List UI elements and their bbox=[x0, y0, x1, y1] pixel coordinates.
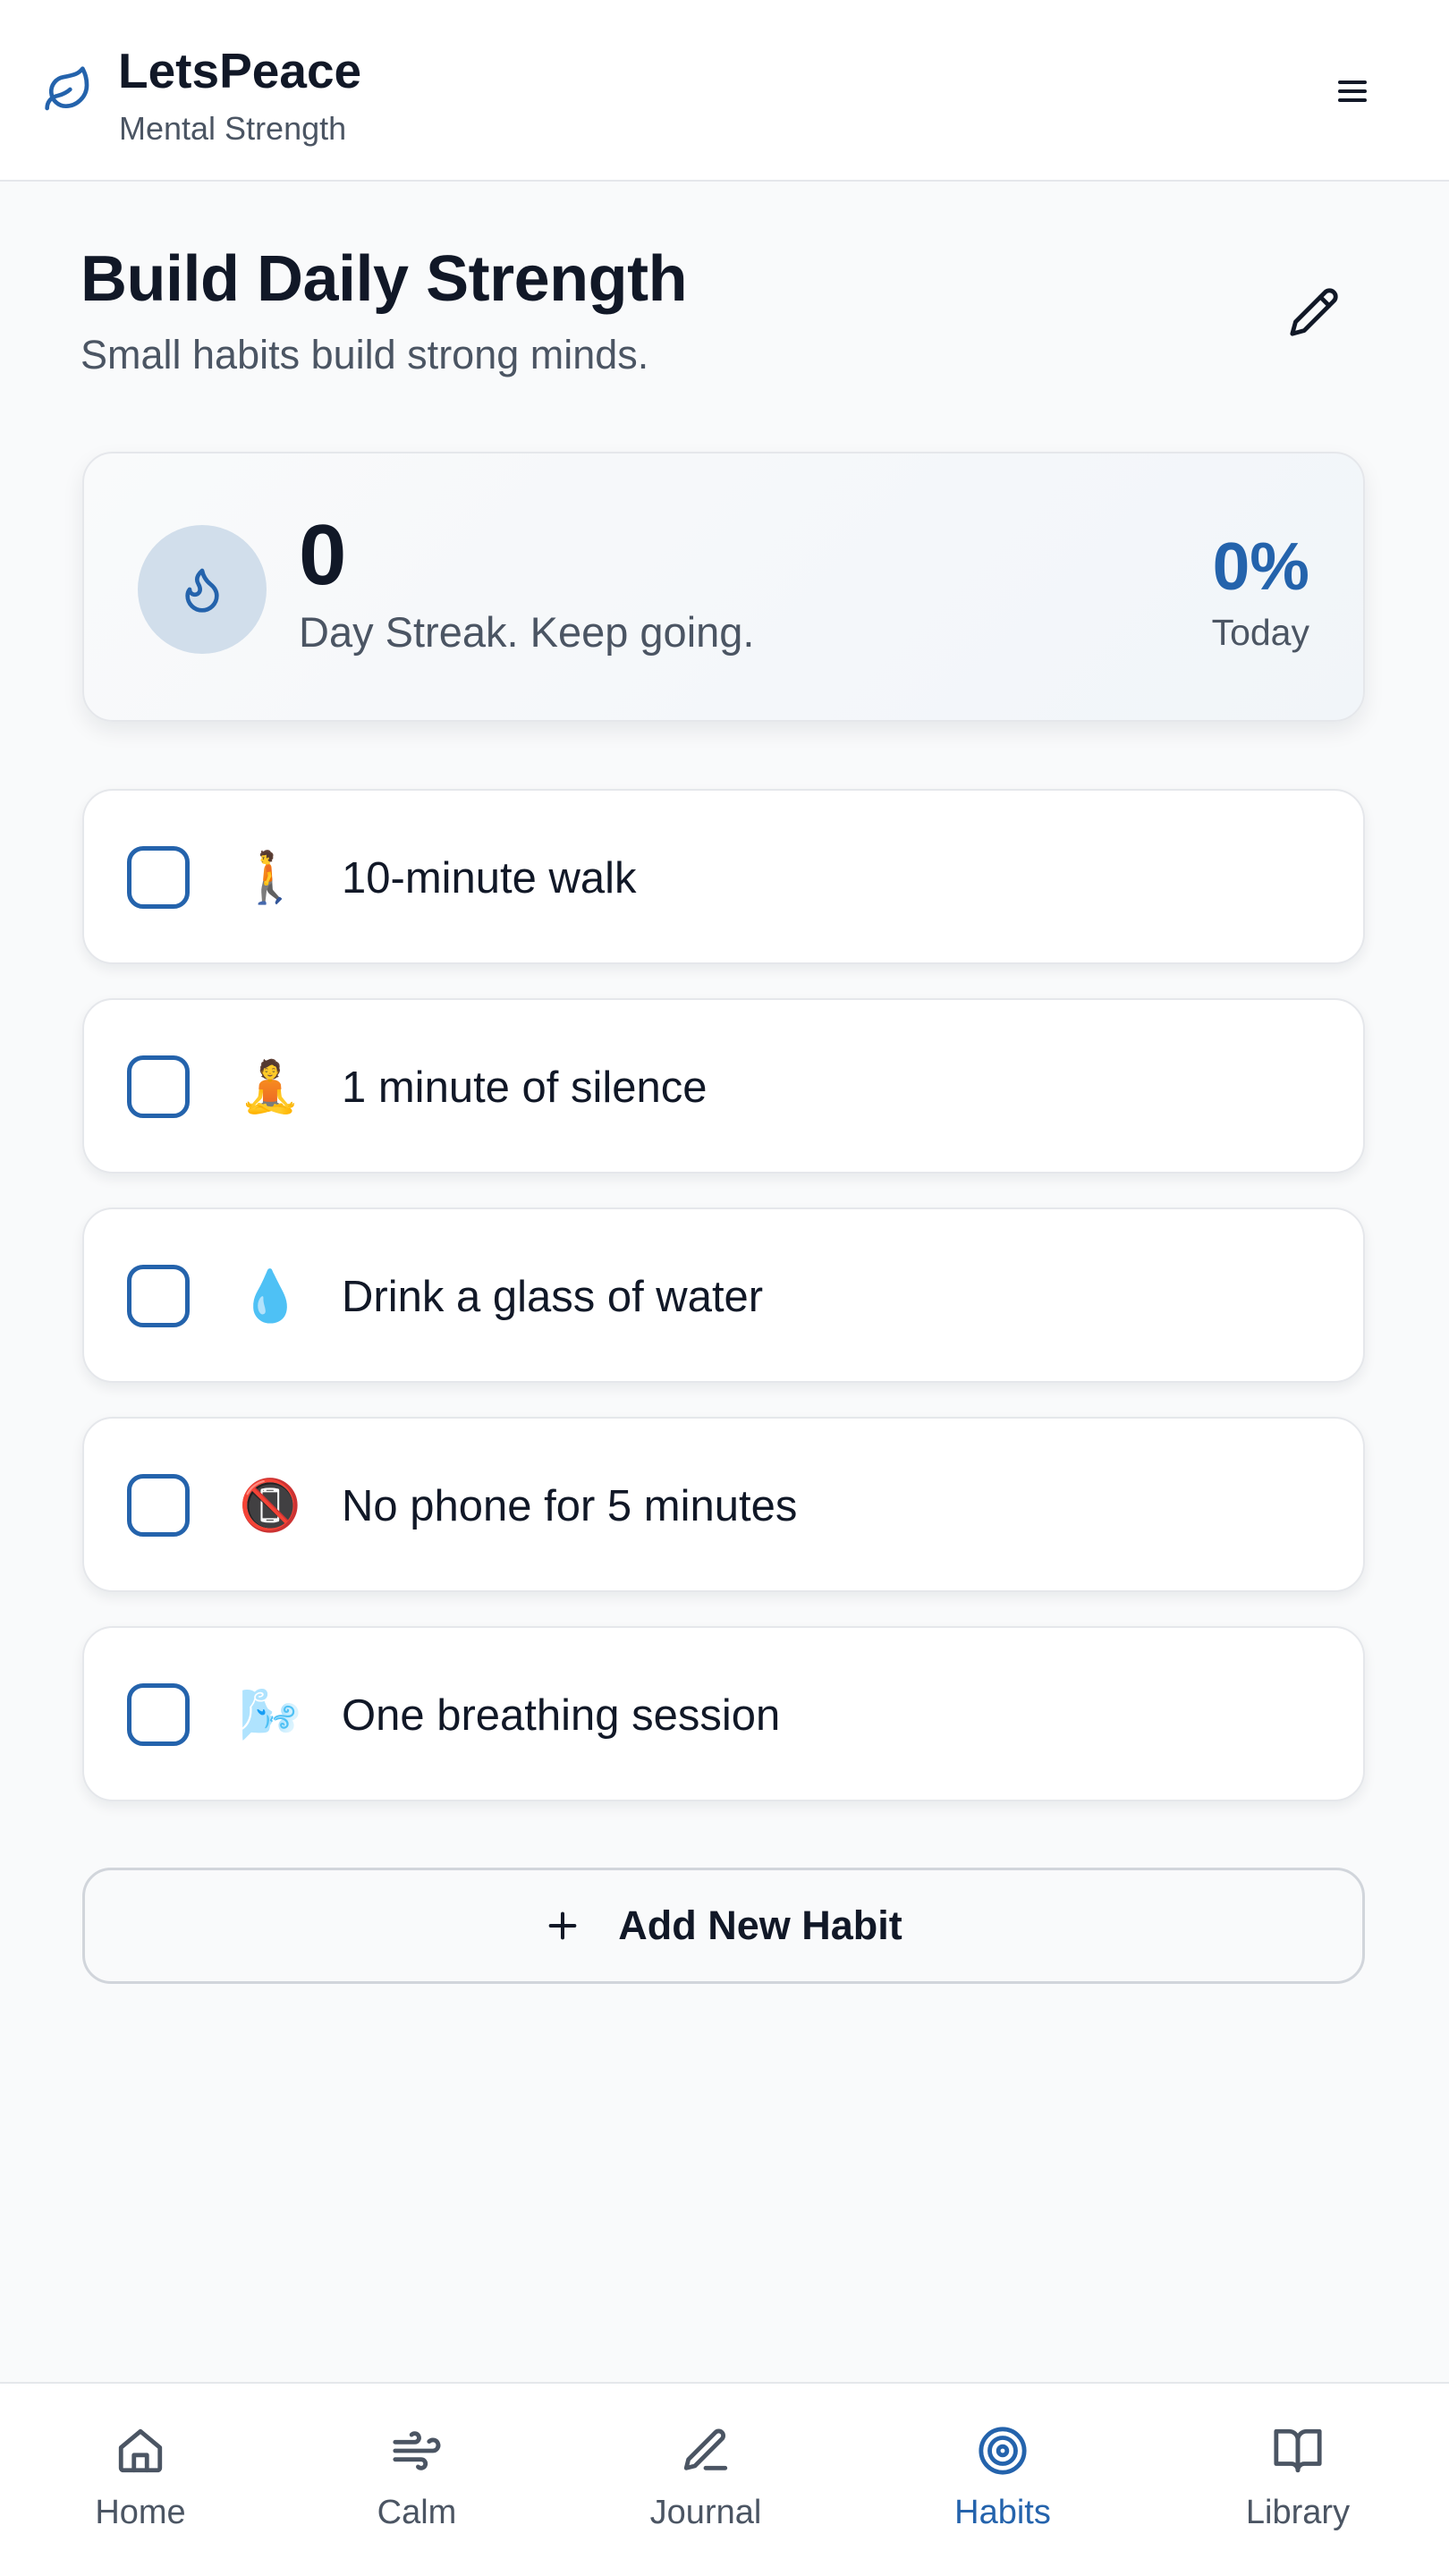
pen-icon bbox=[683, 2428, 728, 2470]
app-subtitle: Mental Strength bbox=[119, 110, 347, 147]
habit-item[interactable]: 🌬️ One breathing session bbox=[82, 1626, 1365, 1801]
nav-item-calm[interactable]: Calm bbox=[309, 2425, 524, 2550]
habit-item[interactable]: 💧 Drink a glass of water bbox=[82, 1208, 1365, 1383]
habit-checkbox[interactable] bbox=[127, 1055, 190, 1118]
app-header: LetsPeace Mental Strength bbox=[0, 0, 1449, 182]
wind-face-icon: 🌬️ bbox=[239, 1686, 301, 1744]
streak-text: Day Streak. Keep going. bbox=[299, 608, 755, 656]
today-percent: 0% bbox=[1212, 529, 1309, 604]
page-subtitle: Small habits build strong minds. bbox=[80, 332, 649, 377]
habit-label: One breathing session bbox=[342, 1691, 781, 1740]
nav-item-library[interactable]: Library bbox=[1191, 2425, 1405, 2550]
target-icon bbox=[979, 2427, 1027, 2475]
habit-checkbox[interactable] bbox=[127, 1474, 190, 1537]
streak-card: 0 Day Streak. Keep going. 0% Today bbox=[82, 452, 1365, 722]
book-icon bbox=[1274, 2428, 1322, 2473]
flame-badge bbox=[138, 525, 267, 654]
nav-label-habits: Habits bbox=[954, 2494, 1051, 2531]
habit-item[interactable]: 🚶 10-minute walk bbox=[82, 789, 1365, 964]
water-drop-icon: 💧 bbox=[239, 1267, 301, 1326]
habit-label: 1 minute of silence bbox=[342, 1063, 708, 1112]
flame-icon bbox=[185, 568, 219, 613]
streak-count: 0 bbox=[299, 507, 347, 603]
walking-person-icon: 🚶 bbox=[239, 849, 301, 907]
home-icon bbox=[118, 2428, 163, 2473]
today-label: Today bbox=[1211, 612, 1309, 653]
wind-icon bbox=[393, 2431, 441, 2470]
no-phone-icon: 📵 bbox=[239, 1477, 301, 1535]
hamburger-menu-icon[interactable] bbox=[1331, 70, 1374, 113]
habit-item[interactable]: 📵 No phone for 5 minutes bbox=[82, 1417, 1365, 1592]
nav-label-calm: Calm bbox=[377, 2494, 457, 2531]
habit-label: Drink a glass of water bbox=[342, 1273, 764, 1321]
nav-label-home: Home bbox=[95, 2494, 186, 2531]
leaf-icon bbox=[45, 66, 89, 111]
app-name: LetsPeace bbox=[118, 43, 362, 98]
add-habit-button[interactable]: Add New Habit bbox=[82, 1868, 1365, 1984]
nav-item-habits[interactable]: Habits bbox=[895, 2425, 1110, 2550]
habit-label: No phone for 5 minutes bbox=[342, 1482, 798, 1530]
plus-icon bbox=[548, 1911, 577, 1940]
nav-item-journal[interactable]: Journal bbox=[598, 2425, 813, 2550]
bottom-nav: Home Calm Journal Habits Library bbox=[0, 2382, 1449, 2576]
habit-checkbox[interactable] bbox=[127, 1265, 190, 1327]
habit-item[interactable]: 🧘 1 minute of silence bbox=[82, 998, 1365, 1174]
pencil-icon[interactable] bbox=[1288, 286, 1340, 338]
habit-label: 10-minute walk bbox=[342, 854, 637, 902]
meditation-person-icon: 🧘 bbox=[239, 1058, 301, 1116]
habit-checkbox[interactable] bbox=[127, 846, 190, 909]
nav-label-library: Library bbox=[1245, 2494, 1351, 2531]
page-title: Build Daily Strength bbox=[80, 243, 688, 315]
nav-label-journal: Journal bbox=[649, 2494, 762, 2531]
add-habit-label: Add New Habit bbox=[618, 1902, 902, 1948]
habit-checkbox[interactable] bbox=[127, 1683, 190, 1746]
nav-item-home[interactable]: Home bbox=[33, 2425, 248, 2550]
